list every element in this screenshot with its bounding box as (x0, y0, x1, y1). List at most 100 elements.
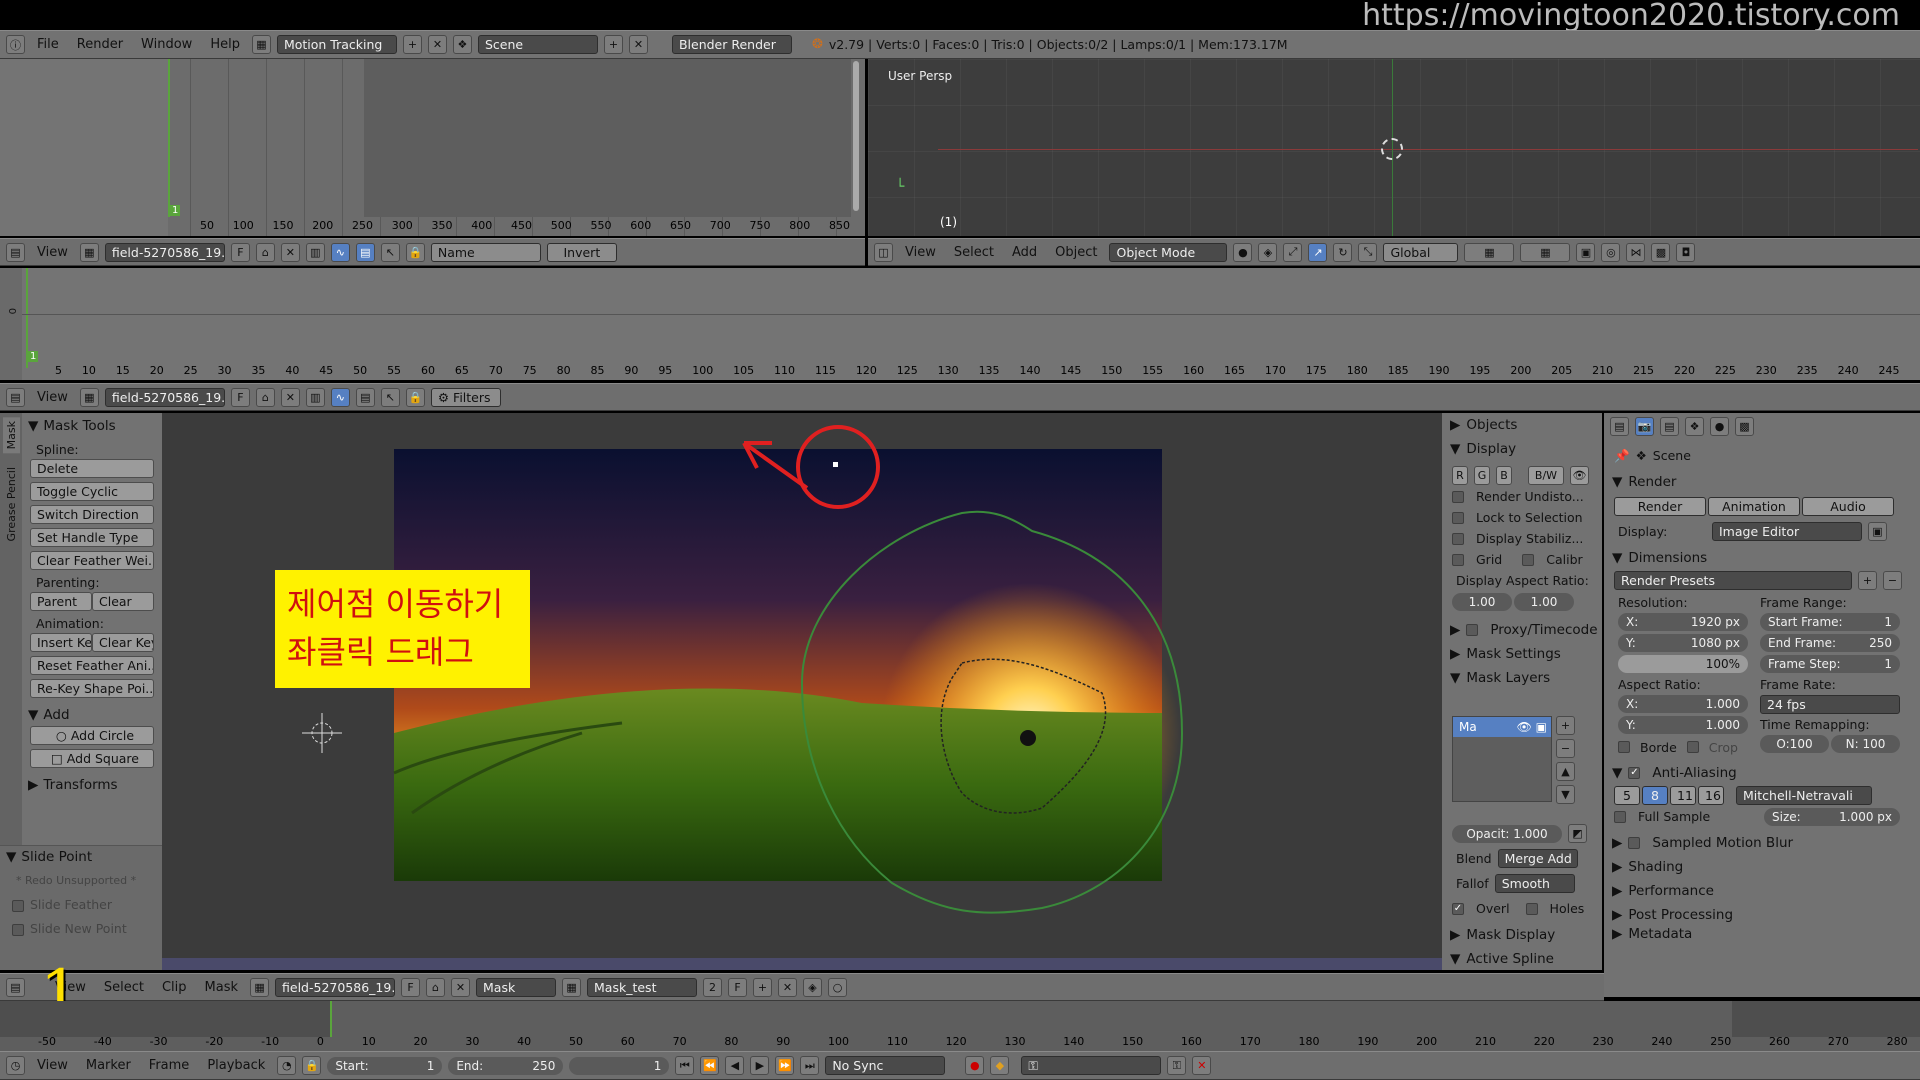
jump-end-icon[interactable]: ⏭ (800, 1056, 820, 1075)
timeline-playback-menu[interactable]: Playback (201, 1058, 271, 1073)
slide-new-point-checkbox[interactable] (12, 923, 24, 936)
dimensions-section[interactable]: ▼ Dimensions (1604, 546, 1920, 570)
add-circle-button[interactable]: ○ Add Circle (30, 726, 154, 745)
move-up-icon[interactable]: ▲ (1556, 762, 1575, 781)
layers-tab-icon[interactable]: ▤ (1660, 416, 1679, 436)
mask-name-field[interactable]: Mask_test (587, 977, 698, 997)
proportional-edit-icon[interactable]: ○ (828, 977, 848, 997)
filters-button[interactable]: ⚙ Filters (430, 387, 501, 407)
opacity-field[interactable]: Opacit: 1.000 (1452, 824, 1562, 843)
timeline-frame-menu[interactable]: Frame (143, 1058, 196, 1073)
slide-point-title[interactable]: ▼ Slide Point (0, 846, 162, 868)
menu-window[interactable]: Window (135, 37, 198, 52)
clip-browse-icon-2[interactable]: ▦ (250, 977, 270, 997)
old-frames-field[interactable]: O:100 (1760, 735, 1829, 753)
clip-select-menu[interactable]: Select (98, 980, 150, 995)
add-square-button[interactable]: □ Add Square (30, 749, 154, 768)
menu-render[interactable]: Render (71, 37, 129, 52)
parent-button[interactable]: Parent (30, 592, 92, 611)
dopesheet-area[interactable]: 0 1 5 10 15 20 25 30 35 40 45 50 55 60 65 70 75 80 85 90 9… (0, 268, 1920, 380)
aspect-x-field[interactable]: X: 1.000 (1618, 695, 1748, 713)
unlink-mask-icon[interactable]: ✕ (778, 977, 798, 997)
timeline-type-icon[interactable]: ◷ (6, 1056, 25, 1075)
lock-selection-checkbox[interactable] (1452, 511, 1464, 524)
layer-visibility-icon[interactable]: 👁 ▣ (1517, 717, 1547, 737)
aa-11[interactable]: 11 (1670, 786, 1696, 805)
post-processing-section[interactable]: ▶ Post Processing (1604, 903, 1920, 927)
add-scene-icon[interactable]: + (603, 35, 623, 54)
mask-tools-title[interactable]: ▼ Mask Tools (22, 415, 162, 437)
end-frame-timeline-field[interactable]: End: 250 (448, 1056, 564, 1075)
metadata-section[interactable]: ▶ Metadata (1604, 927, 1920, 941)
aspect-x-field[interactable]: 1.00 (1452, 592, 1512, 611)
channel-b[interactable]: B (1496, 466, 1512, 485)
timeline-marker-menu[interactable]: Marker (80, 1058, 137, 1073)
slide-feather-row[interactable]: Slide Feather (0, 896, 162, 914)
screen-selector[interactable]: Motion Tracking (276, 35, 397, 54)
aa-filter-select[interactable]: Mitchell-Netravali (1736, 786, 1872, 805)
new-frames-field[interactable]: N: 100 (1831, 735, 1900, 753)
layers-icon[interactable]: ▦ (1464, 242, 1515, 262)
display-select[interactable]: Image Editor (1712, 522, 1862, 541)
blend-select[interactable]: Merge Add (1497, 849, 1578, 868)
clip-fake-user-button[interactable]: F (401, 977, 421, 997)
slide-feather-checkbox[interactable] (12, 899, 24, 912)
open-clip-icon[interactable]: ⌂ (255, 242, 275, 262)
remove-screen-icon[interactable]: ✕ (427, 35, 447, 54)
clip-browse-icon[interactable]: ▦ (79, 242, 99, 262)
res-y-field[interactable]: Y: 1080 px (1618, 634, 1748, 652)
dopesheet-fake-user-button[interactable]: F (230, 387, 250, 407)
motion-blur-section[interactable]: ▶ Sampled Motion Blur (1604, 831, 1920, 855)
graph-view-menu[interactable]: View (31, 245, 74, 260)
selected-control-point[interactable] (833, 462, 838, 467)
dopesheet-lock-icon[interactable]: 🔒 (405, 387, 425, 407)
pivot-icon[interactable]: ◈ (1258, 242, 1278, 262)
graph-editor-type-icon[interactable]: ▤ (6, 242, 25, 262)
clear-feather-weight-button[interactable]: Clear Feather Wei... (30, 551, 154, 570)
mask-layers-section[interactable]: ▼ Mask Layers (1442, 666, 1602, 690)
lock-icon[interactable]: 🔒 (405, 242, 425, 262)
clip-name-field[interactable]: field-5270586_19... (275, 977, 396, 997)
play-reverse-icon[interactable]: ◀ (725, 1056, 745, 1075)
invert-button[interactable]: Invert (546, 242, 617, 262)
add-layer-icon[interactable]: + (1556, 716, 1575, 735)
graph-filter-icon[interactable]: ▤ (355, 242, 375, 262)
screen-layout-icon[interactable]: ▦ (251, 35, 271, 54)
start-frame-timeline-field[interactable]: Start: 1 (327, 1056, 443, 1075)
viewport-add-menu[interactable]: Add (1006, 245, 1043, 260)
render-undistorted-row[interactable]: Render Undisto... (1442, 486, 1602, 507)
mask-browse-icon[interactable]: ▦ (562, 977, 582, 997)
menu-file[interactable]: File (31, 37, 65, 52)
viewport-select-menu[interactable]: Select (948, 245, 1000, 260)
falloff-select[interactable]: Smooth (1494, 874, 1575, 893)
mask-settings-section[interactable]: ▶ Mask Settings (1442, 642, 1602, 666)
mask-layer-list[interactable]: Ma 👁 ▣ (1452, 716, 1552, 802)
clip-scrub-bar[interactable] (162, 958, 1442, 970)
aa-8[interactable]: 8 (1642, 786, 1668, 805)
dopesheet-curve-icon[interactable]: ∿ (330, 387, 350, 407)
clip-editor-canvas[interactable]: 제어점 이동하기 좌클릭 드래그 (162, 413, 1442, 970)
add-screen-icon[interactable]: + (402, 35, 422, 54)
channel-g[interactable]: G (1474, 466, 1490, 485)
viewport-type-icon[interactable]: ◫ (874, 242, 893, 262)
fps-select[interactable]: 24 fps (1760, 695, 1900, 714)
overlap-checkbox[interactable]: ✓ (1452, 902, 1464, 915)
keying-set-field[interactable]: ⚿ (1021, 1056, 1162, 1075)
toggle-cyclic-button[interactable]: Toggle Cyclic (30, 482, 154, 501)
proportional-icon[interactable]: ◎ (1601, 242, 1621, 262)
proxy-section[interactable]: ▶ Proxy/Timecode (1442, 618, 1602, 642)
current-frame-field[interactable]: 1 (569, 1056, 670, 1075)
eye-icon[interactable]: 👁 (1570, 466, 1589, 485)
render-tab-icon[interactable]: 📷 (1635, 416, 1654, 436)
timeline-area[interactable]: -50 -40 -30 -20 -10 0 10 20 30 40 50 60 70 80 90 100 110… (0, 1001, 1920, 1051)
menu-help[interactable]: Help (204, 37, 246, 52)
move-down-icon[interactable]: ▼ (1556, 785, 1575, 804)
render-button[interactable]: Render (1614, 497, 1706, 516)
border-checkbox[interactable] (1618, 741, 1630, 753)
start-frame-field[interactable]: Start Frame: 1 (1760, 613, 1900, 631)
graph-scrollbar[interactable] (853, 61, 859, 211)
viewport-object-menu[interactable]: Object (1049, 245, 1103, 260)
proxy-checkbox[interactable] (1466, 624, 1479, 636)
animation-button[interactable]: Animation (1708, 497, 1800, 516)
texture-tab-icon[interactable]: ▩ (1735, 416, 1754, 436)
